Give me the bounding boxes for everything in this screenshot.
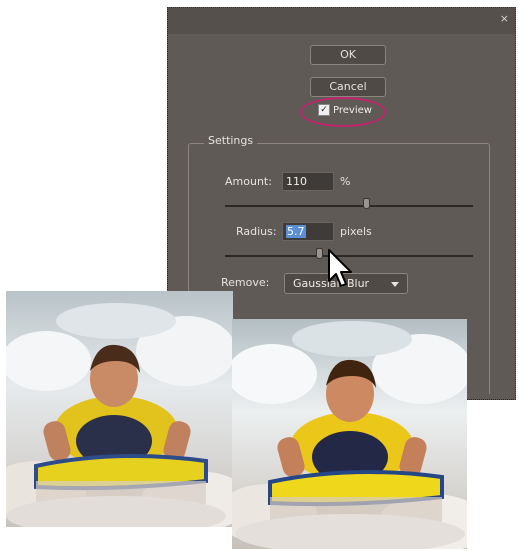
remove-label: Remove: [221,276,270,289]
radius-slider-thumb[interactable] [316,248,324,259]
amount-unit: % [340,175,351,188]
preview-checkbox-group[interactable]: ✓ Preview [318,104,372,116]
cancel-button[interactable]: Cancel [310,77,386,97]
after-photo [232,319,467,549]
amount-slider-track[interactable] [225,205,473,207]
amount-label: Amount: [225,175,272,188]
dropdown-arrow-icon [391,282,399,287]
dialog-titlebar: × [168,8,515,34]
before-photo [6,291,233,527]
ok-button[interactable]: OK [310,45,386,65]
settings-title: Settings [204,134,258,147]
mouse-cursor-icon [328,249,352,287]
radius-input[interactable]: 5.7 [282,222,334,241]
radius-value: 5.7 [286,225,306,238]
amount-input[interactable]: 110 [282,172,334,191]
preview-label: Preview [333,104,372,116]
radius-label: Radius: [236,225,277,238]
check-icon[interactable]: ✓ [318,104,330,116]
amount-slider-thumb[interactable] [363,198,371,209]
radius-unit: pixels [340,225,372,238]
close-icon[interactable]: × [500,12,509,26]
